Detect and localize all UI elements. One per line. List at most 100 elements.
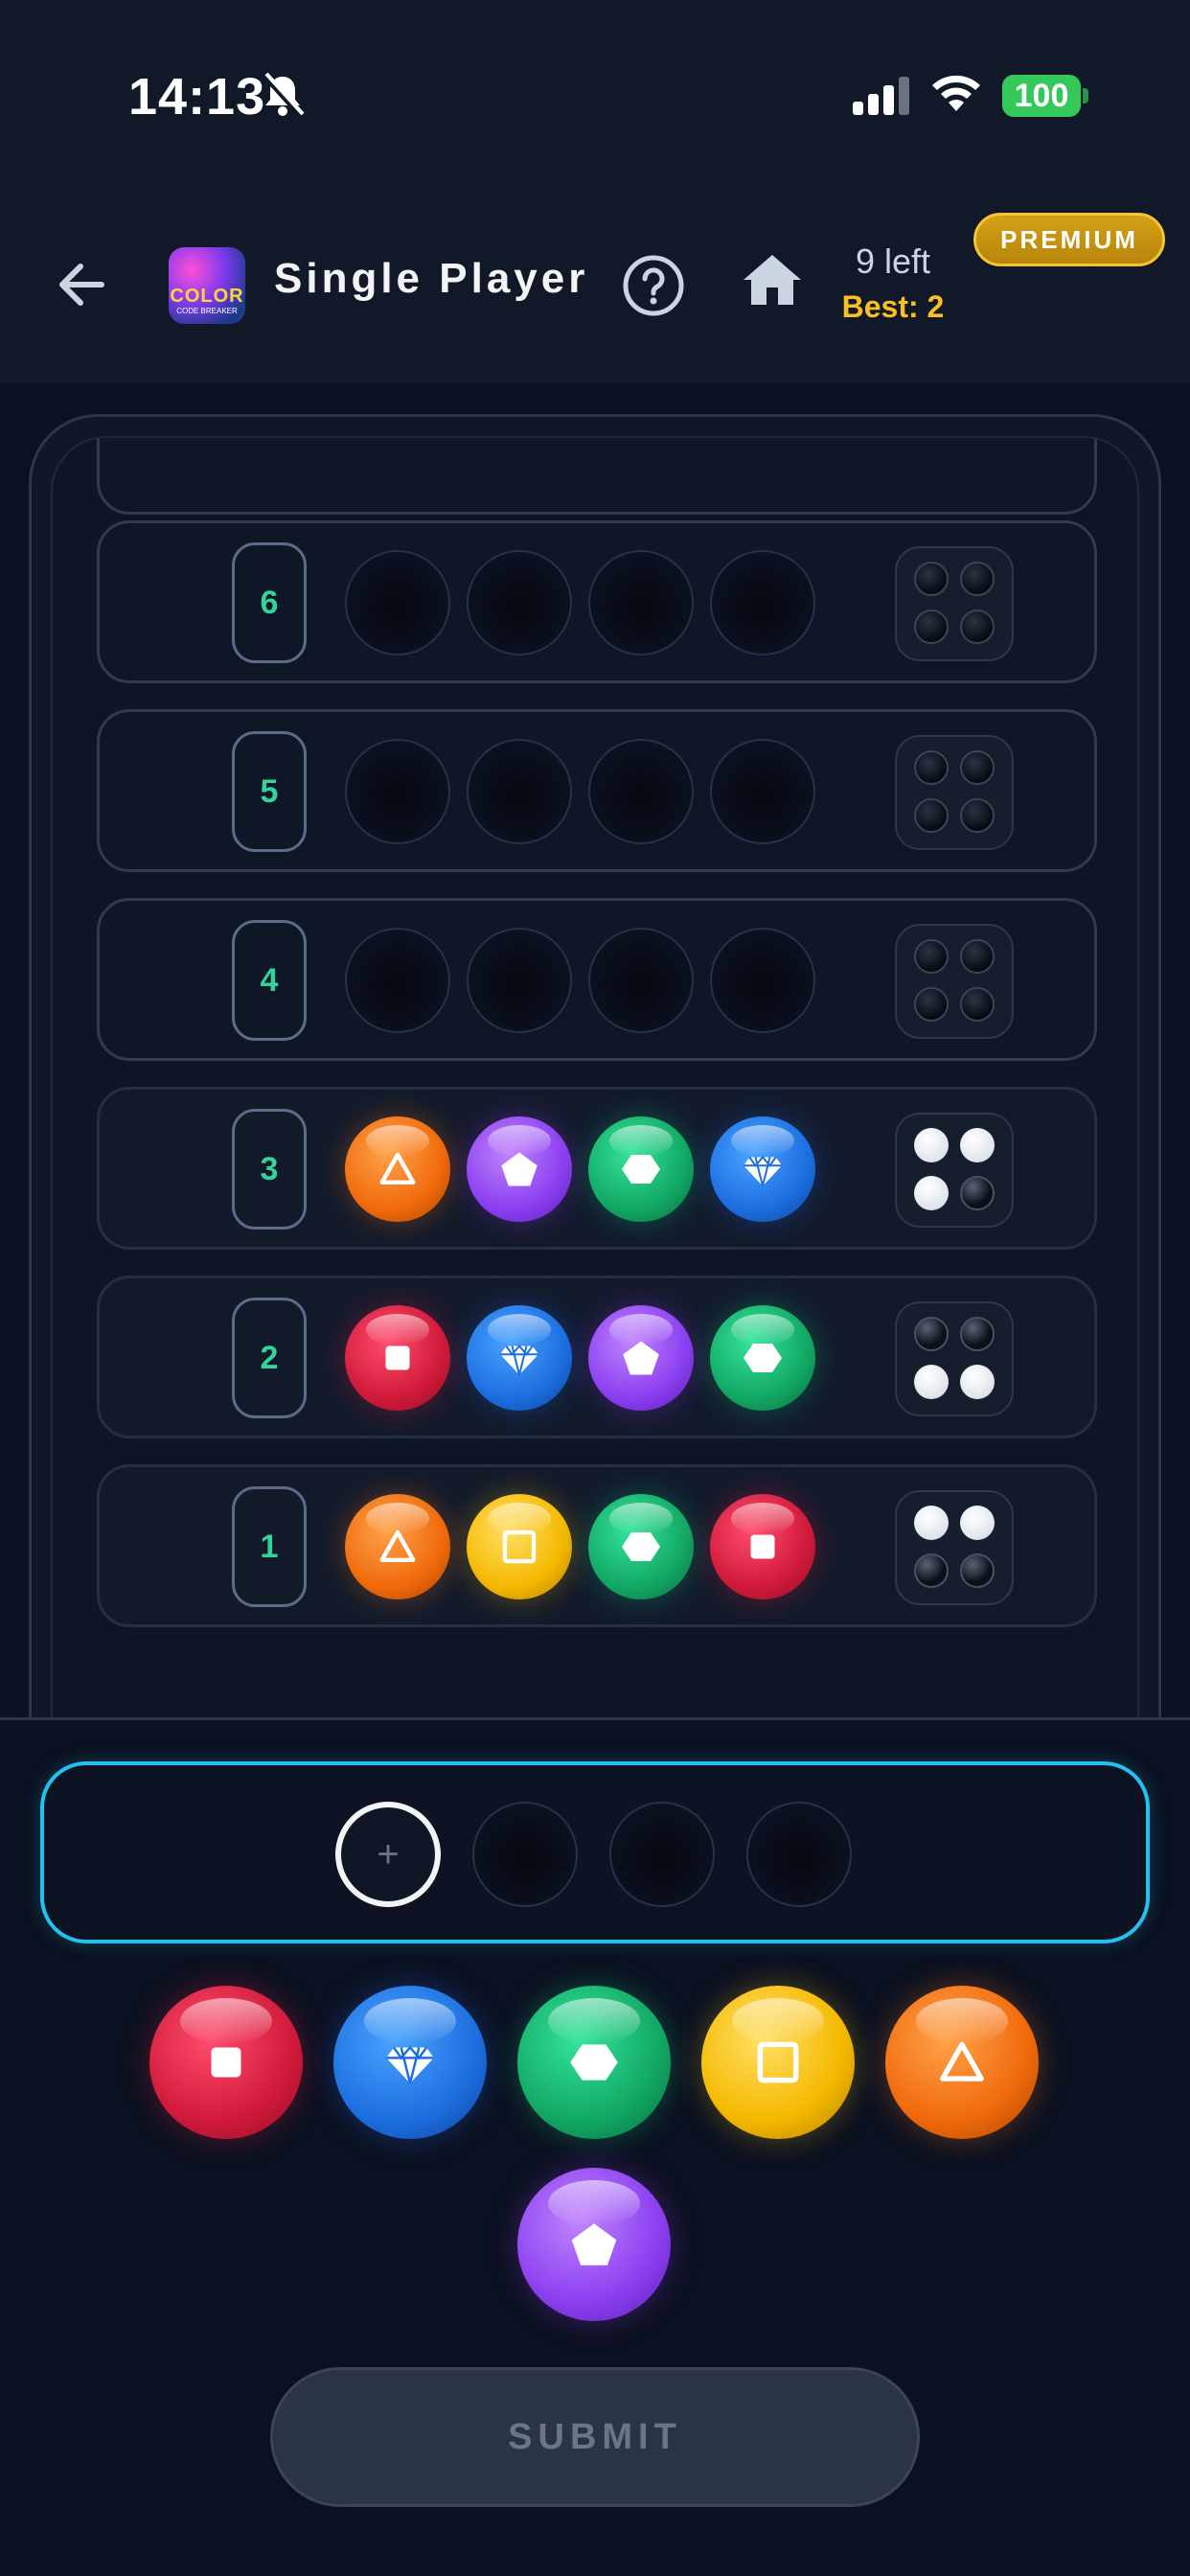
palette-purple-button[interactable] <box>517 2168 671 2321</box>
feedback-pins <box>895 1113 1014 1228</box>
square-icon <box>211 2047 241 2078</box>
feedback-pin-none <box>914 987 949 1022</box>
diamond-icon <box>386 2045 434 2084</box>
board-row-2: 2 <box>97 1276 1097 1438</box>
palette-blue-button[interactable] <box>333 1986 487 2139</box>
peg-slot-empty <box>467 550 572 656</box>
feedback-pin-none <box>914 939 949 974</box>
feedback-pin-white <box>960 1365 995 1399</box>
triangle-icon <box>940 2041 984 2082</box>
home-icon[interactable] <box>742 251 803 309</box>
hexagon-icon <box>622 1532 660 1561</box>
board-row-5: 5 <box>97 709 1097 872</box>
row-number: 2 <box>232 1298 307 1418</box>
logo-text: COLOR <box>170 286 244 307</box>
feedback-pin-black <box>960 1317 995 1351</box>
premium-button[interactable]: PREMIUM <box>973 213 1165 266</box>
pentagon-icon <box>571 2223 617 2266</box>
peg-yellow <box>467 1494 572 1599</box>
peg-slot-empty <box>588 550 694 656</box>
game-board: 6 5 4 3 2 1 <box>29 414 1161 1717</box>
peg-purple <box>588 1305 694 1411</box>
peg-slot-empty <box>710 739 815 844</box>
signal-icon <box>853 77 909 115</box>
help-icon[interactable] <box>621 253 686 318</box>
feedback-pin-white <box>914 1506 949 1540</box>
peg-slot-empty <box>588 739 694 844</box>
hexagon-icon <box>570 2044 618 2081</box>
feedback-pin-none <box>914 562 949 596</box>
diamond-icon <box>744 1155 782 1186</box>
triangle-icon <box>379 1530 416 1562</box>
peg-blue <box>467 1305 572 1411</box>
feedback-pin-none <box>914 750 949 785</box>
palette-green-button[interactable] <box>517 1986 671 2139</box>
triangle-icon <box>379 1152 416 1184</box>
hexagon-icon <box>744 1344 782 1372</box>
peg-red <box>345 1305 450 1411</box>
peg-slot-empty <box>345 550 450 656</box>
feedback-pin-white <box>914 1176 949 1210</box>
peg-purple <box>467 1116 572 1222</box>
status-bar: 14:13 100 <box>0 0 1190 192</box>
feedback-pin-white <box>914 1128 949 1162</box>
guess-slot-3[interactable] <box>609 1802 715 1907</box>
battery-indicator: 100 <box>1002 75 1081 117</box>
feedback-pin-black <box>960 1553 995 1588</box>
palette-yellow-button[interactable] <box>701 1986 855 2139</box>
peg-red <box>710 1494 815 1599</box>
square-icon <box>385 1346 410 1370</box>
square-icon <box>750 1534 775 1559</box>
peg-slot-empty <box>467 928 572 1033</box>
peg-slot-empty <box>345 739 450 844</box>
peg-slot-empty <box>345 928 450 1033</box>
add-icon: + <box>377 1832 400 1875</box>
feedback-pin-none <box>960 987 995 1022</box>
guess-slot-1[interactable]: + <box>335 1802 441 1907</box>
feedback-pins <box>895 1490 1014 1605</box>
row-number: 4 <box>232 920 307 1041</box>
feedback-pin-black <box>960 1176 995 1210</box>
peg-blue <box>710 1116 815 1222</box>
peg-slot-empty <box>588 928 694 1033</box>
board-row-4: 4 <box>97 898 1097 1061</box>
feedback-pins <box>895 735 1014 850</box>
peg-green <box>710 1305 815 1411</box>
status-time: 14:13 <box>128 68 266 126</box>
board-row-6: 6 <box>97 520 1097 683</box>
feedback-pin-none <box>960 798 995 833</box>
peg-orange <box>345 1116 450 1222</box>
battery-tip <box>1083 88 1088 104</box>
best-score: Best: 2 <box>841 289 945 324</box>
submit-button[interactable]: SUBMIT <box>270 2367 920 2507</box>
back-arrow-icon[interactable] <box>52 255 111 314</box>
peg-slot-empty <box>467 739 572 844</box>
pentagon-icon <box>623 1341 659 1375</box>
row-number: 5 <box>232 731 307 852</box>
pentagon-icon <box>501 1152 538 1186</box>
board-row-3: 3 <box>97 1087 1097 1250</box>
games-left-count: 9 left <box>855 242 931 281</box>
feedback-pins <box>895 546 1014 661</box>
feedback-pin-black <box>914 1553 949 1588</box>
palette-orange-button[interactable] <box>885 1986 1039 2139</box>
header: COLOR CODE BREAKER Single Player 9 left … <box>0 192 1190 383</box>
feedback-pins <box>895 1301 1014 1416</box>
peg-green <box>588 1494 694 1599</box>
board-rows: 6 5 4 3 2 1 <box>51 436 1139 1717</box>
guess-slot-2[interactable] <box>472 1802 578 1907</box>
wifi-icon <box>932 75 980 111</box>
page-title: Single Player <box>274 255 589 302</box>
peg-slot-empty <box>710 928 815 1033</box>
feedback-pin-none <box>960 750 995 785</box>
diamond-icon <box>500 1344 538 1375</box>
peg-orange <box>345 1494 450 1599</box>
feedback-pin-none <box>960 610 995 644</box>
guess-slot-4[interactable] <box>746 1802 852 1907</box>
bell-muted-icon <box>262 72 305 118</box>
feedback-pin-none <box>960 562 995 596</box>
row-number: 1 <box>232 1486 307 1607</box>
palette-red-button[interactable] <box>149 1986 303 2139</box>
board-row-partial <box>97 438 1097 515</box>
feedback-pin-none <box>960 939 995 974</box>
